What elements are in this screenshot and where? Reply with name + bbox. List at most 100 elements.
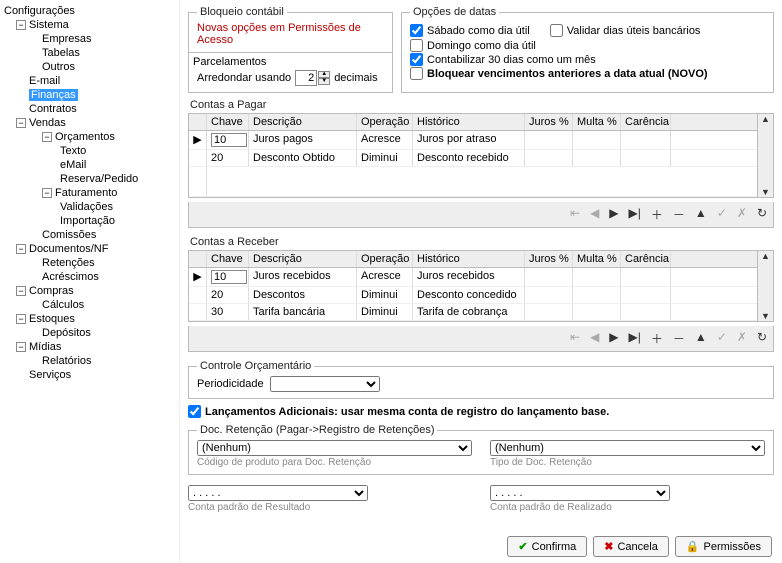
nav-refresh-icon[interactable]: ↻ [757,206,767,223]
col-operacao[interactable]: Operação [357,251,413,267]
sabado-checkbox[interactable] [410,24,423,37]
nav-remove-icon[interactable]: － [673,206,685,223]
doc-retencao-produto-select[interactable]: (Nenhum) [197,440,472,456]
col-juros[interactable]: Juros % [525,251,573,267]
tree-faturamento[interactable]: −Faturamento [2,186,177,200]
tree-importacao[interactable]: Importação [2,214,177,228]
collapse-icon[interactable]: − [42,132,52,142]
collapse-icon[interactable]: − [16,342,26,352]
validar-checkbox[interactable] [550,24,563,37]
collapse-icon[interactable]: − [16,314,26,324]
scrollbar[interactable]: ▲▼ [757,251,773,321]
nav-cancel-icon[interactable]: ✗ [737,206,747,223]
tree-contratos[interactable]: Contratos [2,102,177,116]
tree-estoques[interactable]: −Estoques [2,312,177,326]
table-row[interactable]: 20 Desconto Obtido Diminui Desconto rece… [189,150,757,167]
tree-vendas[interactable]: −Vendas [2,116,177,130]
tree-relatorios[interactable]: Relatórios [2,354,177,368]
conta-realizado-select[interactable]: . . . . . [490,485,670,501]
col-multa[interactable]: Multa % [573,251,621,267]
tree-servicos[interactable]: Serviços [2,368,177,382]
col-chave[interactable]: Chave [207,251,249,267]
contab30-checkbox[interactable] [410,53,423,66]
chave-input[interactable] [211,270,247,284]
col-carencia[interactable]: Carência [621,114,671,130]
tree-outros[interactable]: Outros [2,60,177,74]
col-operacao[interactable]: Operação [357,114,413,130]
col-descricao[interactable]: Descrição [249,251,357,267]
lanc-adicionais-checkbox[interactable] [188,405,201,418]
contas-pagar-grid[interactable]: Chave Descrição Operação Histórico Juros… [188,113,774,198]
tree-reserva[interactable]: Reserva/Pedido [2,172,177,186]
tree-email2[interactable]: eMail [2,158,177,172]
scroll-up-icon[interactable]: ▲ [761,251,770,261]
collapse-icon[interactable]: − [16,118,26,128]
cancela-button[interactable]: ✖Cancela [593,536,669,557]
table-row[interactable]: ▶ Juros recebidos Acresce Juros recebido… [189,268,757,287]
confirma-button[interactable]: ✔Confirma [507,536,587,557]
col-historico[interactable]: Histórico [413,251,525,267]
nav-edit-icon[interactable]: ▲ [695,330,707,347]
tree-acrescimos[interactable]: Acréscimos [2,270,177,284]
col-chave[interactable]: Chave [207,114,249,130]
nav-next-icon[interactable]: ▶ [609,206,618,223]
nav-remove-icon[interactable]: － [673,330,685,347]
nav-first-icon[interactable]: ⇤ [570,330,580,347]
nav-add-icon[interactable]: ＋ [651,206,663,223]
col-multa[interactable]: Multa % [573,114,621,130]
nav-edit-icon[interactable]: ▲ [695,206,707,223]
nav-last-icon[interactable]: ▶| [629,330,641,347]
scroll-down-icon[interactable]: ▼ [761,187,770,197]
tree-compras[interactable]: −Compras [2,284,177,298]
nav-cancel-icon[interactable]: ✗ [737,330,747,347]
domingo-checkbox[interactable] [410,39,423,52]
permissoes-button[interactable]: 🔒Permissões [675,536,772,557]
collapse-icon[interactable]: − [16,286,26,296]
tree-root[interactable]: Configurações [2,4,177,18]
tree-empresas[interactable]: Empresas [2,32,177,46]
tree-email[interactable]: E-mail [2,74,177,88]
config-tree[interactable]: Configurações −Sistema Empresas Tabelas … [0,0,180,563]
nav-add-icon[interactable]: ＋ [651,330,663,347]
nav-post-icon[interactable]: ✓ [717,206,727,223]
col-juros[interactable]: Juros % [525,114,573,130]
bloquear-checkbox[interactable] [410,67,423,80]
nav-post-icon[interactable]: ✓ [717,330,727,347]
table-row[interactable]: 30 Tarifa bancária Diminui Tarifa de cob… [189,304,757,321]
scroll-up-icon[interactable]: ▲ [761,114,770,124]
tree-tabelas[interactable]: Tabelas [2,46,177,60]
tree-depositos[interactable]: Depósitos [2,326,177,340]
decimais-spinner[interactable]: ▲ ▼ [295,70,330,86]
tree-retencoes[interactable]: Retenções [2,256,177,270]
nav-next-icon[interactable]: ▶ [609,330,618,347]
chave-input[interactable] [211,133,247,147]
nav-prev-icon[interactable]: ◀ [590,206,599,223]
tree-validacoes[interactable]: Validações [2,200,177,214]
tree-calculos[interactable]: Cálculos [2,298,177,312]
nav-refresh-icon[interactable]: ↻ [757,330,767,347]
table-row[interactable]: ▶ Juros pagos Acresce Juros por atraso [189,131,757,150]
collapse-icon[interactable]: − [16,244,26,254]
nav-first-icon[interactable]: ⇤ [570,206,580,223]
tree-sistema[interactable]: −Sistema [2,18,177,32]
nav-prev-icon[interactable]: ◀ [590,330,599,347]
col-carencia[interactable]: Carência [621,251,671,267]
table-row[interactable]: 20 Descontos Diminui Desconto concedido [189,287,757,304]
tree-financas[interactable]: Finanças [2,88,177,102]
collapse-icon[interactable]: − [42,188,52,198]
tree-orcamentos[interactable]: −Orçamentos [2,130,177,144]
col-historico[interactable]: Histórico [413,114,525,130]
scrollbar[interactable]: ▲▼ [757,114,773,197]
periodicidade-select[interactable] [270,376,380,392]
doc-retencao-tipo-select[interactable]: (Nenhum) [490,440,765,456]
spin-up-icon[interactable]: ▲ [318,71,330,78]
collapse-icon[interactable]: − [16,20,26,30]
contas-receber-grid[interactable]: Chave Descrição Operação Histórico Juros… [188,250,774,322]
tree-documentos[interactable]: −Documentos/NF [2,242,177,256]
tree-comissoes[interactable]: Comissões [2,228,177,242]
decimais-input[interactable] [295,70,317,86]
tree-texto[interactable]: Texto [2,144,177,158]
tree-midias[interactable]: −Mídias [2,340,177,354]
spin-down-icon[interactable]: ▼ [318,78,330,85]
col-descricao[interactable]: Descrição [249,114,357,130]
